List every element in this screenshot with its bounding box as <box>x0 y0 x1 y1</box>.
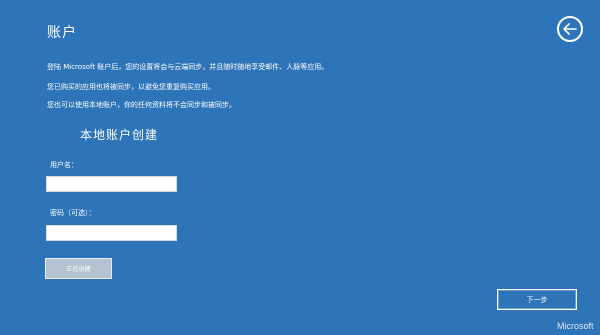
page-title: 账户 <box>47 25 77 41</box>
account-setup-screen: 账户 登陆 Microsoft 账户后，您的设置将会与云端同步，并且随时随地享受… <box>0 0 600 335</box>
username-input[interactable] <box>46 176 177 192</box>
next-button[interactable]: 下一步 <box>497 289 577 310</box>
create-account-button[interactable]: 正在创建 <box>45 258 112 279</box>
password-input[interactable] <box>46 225 177 241</box>
arrow-left-icon <box>563 23 577 35</box>
description-line-1: 登陆 Microsoft 账户后，您的设置将会与云端同步，并且随时随地享受邮件、… <box>47 63 329 71</box>
username-label: 用户名： <box>50 161 78 169</box>
microsoft-logo-text: Microsoft <box>557 321 594 331</box>
password-label: 密码（可选）： <box>50 209 96 217</box>
description-line-2: 您已购买的应用也将被同步，以避免您重复购买应用。 <box>47 83 215 91</box>
back-button[interactable] <box>557 16 583 42</box>
description-line-3: 您也可以使用本地账户，你的任何资料将不会同步和被同步。 <box>47 101 236 109</box>
section-heading: 本地账户创建 <box>80 128 159 142</box>
